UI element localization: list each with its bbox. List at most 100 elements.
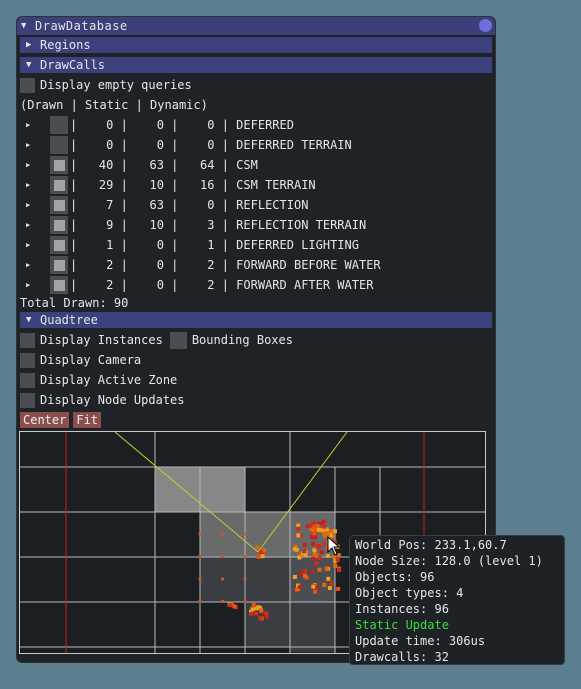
instance-marker: [312, 524, 317, 529]
drawcall-row-text: | 9 | 10 | 3 | REFLECTION TERRAIN: [70, 218, 367, 232]
drawcall-checkbox[interactable]: [50, 156, 68, 174]
instance-marker: [232, 604, 237, 609]
instance-marker: [294, 547, 299, 552]
expand-arrow-icon[interactable]: ▶: [26, 261, 36, 269]
drawcall-checkbox[interactable]: [50, 276, 68, 294]
expand-arrow-icon[interactable]: ▶: [26, 281, 36, 289]
instance-marker: [303, 573, 307, 578]
drawcalls-columns-header: (Drawn | Static | Dynamic): [17, 95, 495, 115]
drawcall-row[interactable]: ▶ | 2 | 0 | 2 | FORWARD AFTER WATER: [17, 275, 495, 295]
fit-button[interactable]: Fit: [73, 412, 102, 428]
drawcall-row[interactable]: ▶ | 40 | 63 | 64 | CSM: [17, 155, 495, 175]
quadtree-label: Quadtree: [40, 313, 98, 327]
instance-marker: [259, 608, 264, 613]
camera-row: Display Camera: [17, 350, 495, 370]
instance-marker: [311, 584, 316, 589]
drawcall-checkbox[interactable]: [50, 196, 68, 214]
window-titlebar[interactable]: ▼ DrawDatabase: [17, 17, 495, 35]
drawcall-row[interactable]: ▶ | 2 | 0 | 2 | FORWARD BEFORE WATER: [17, 255, 495, 275]
bounding-boxes-checkbox[interactable]: [169, 331, 187, 349]
instance-marker: [302, 549, 307, 554]
instance-marker: [313, 589, 318, 594]
instance-marker: [326, 576, 331, 581]
instance-marker: [255, 545, 260, 550]
instance-marker: [324, 566, 329, 571]
instance-marker: [264, 611, 269, 616]
node-update-marker: [198, 600, 202, 603]
drawcalls-header[interactable]: ▼ DrawCalls: [20, 57, 492, 73]
instance-marker: [325, 531, 330, 536]
drawcall-checkbox[interactable]: [50, 216, 68, 234]
tooltip-node-size: Node Size: 128.0 (level 1): [355, 554, 543, 568]
drawcall-row[interactable]: ▶ | 1 | 0 | 1 | DEFERRED LIGHTING: [17, 235, 495, 255]
instance-marker: [258, 615, 263, 620]
instance-marker: [303, 569, 308, 573]
node-updates-row: Display Node Updates: [17, 390, 495, 410]
drawcall-row-text: | 0 | 0 | 0 | DEFERRED TERRAIN: [70, 138, 352, 152]
bounding-boxes-label: Bounding Boxes: [191, 333, 293, 347]
total-drawn-text: Total Drawn: 90: [20, 296, 129, 310]
instance-marker: [333, 563, 338, 568]
expand-arrow-icon[interactable]: ▶: [26, 161, 36, 169]
drawcall-checkbox[interactable]: [50, 176, 68, 194]
checkbox-fill: [53, 279, 65, 291]
empty-queries-checkbox[interactable]: [20, 77, 35, 93]
center-button[interactable]: Center: [20, 412, 70, 428]
expand-arrow-icon[interactable]: ▶: [26, 141, 36, 149]
collapse-arrow-icon[interactable]: ▼: [21, 21, 35, 31]
instance-marker: [327, 586, 332, 590]
active-zone-row: Display Active Zone: [17, 370, 495, 390]
instance-marker: [336, 586, 341, 591]
instance-marker: [256, 554, 261, 559]
instance-marker: [296, 526, 301, 531]
tooltip-objects: Objects: 96: [355, 570, 435, 584]
instance-marker: [249, 611, 254, 616]
window-title: DrawDatabase: [35, 19, 128, 33]
quadtree-node: [290, 602, 335, 652]
quadtree-header[interactable]: ▼ Quadtree: [20, 312, 492, 328]
instance-marker: [259, 550, 264, 555]
display-active-zone-checkbox[interactable]: [20, 372, 35, 388]
drawcall-row[interactable]: ▶ | 29 | 10 | 16 | CSM TERRAIN: [17, 175, 495, 195]
tooltip-object-types: Object types: 4: [355, 586, 464, 600]
drawcall-checkbox[interactable]: [50, 236, 68, 254]
instance-marker: [297, 584, 302, 589]
display-camera-label: Display Camera: [40, 353, 142, 367]
drawcall-row[interactable]: ▶ | 0 | 0 | 0 | DEFERRED TERRAIN: [17, 135, 495, 155]
node-update-marker: [243, 555, 247, 558]
regions-header[interactable]: ▶ Regions: [20, 37, 492, 53]
empty-queries-row[interactable]: Display empty queries: [17, 75, 495, 95]
instance-marker: [227, 603, 232, 608]
empty-queries-label: Display empty queries: [40, 78, 192, 92]
close-icon[interactable]: [479, 19, 492, 32]
expand-arrow-icon[interactable]: ▶: [26, 241, 36, 249]
instance-marker: [312, 548, 317, 553]
instance-marker: [307, 523, 312, 528]
node-update-marker: [198, 577, 202, 581]
expand-arrow-icon[interactable]: ▶: [26, 121, 36, 129]
drawcall-checkbox[interactable]: [50, 136, 68, 154]
drawcall-checkbox[interactable]: [50, 256, 68, 274]
expand-arrow-icon[interactable]: ▶: [26, 181, 36, 189]
drawcall-row[interactable]: ▶ | 0 | 0 | 0 | DEFERRED: [17, 115, 495, 135]
drawcall-row[interactable]: ▶ | 9 | 10 | 3 | REFLECTION TERRAIN: [17, 215, 495, 235]
instance-marker: [313, 535, 318, 540]
expand-arrow-icon[interactable]: ▶: [26, 201, 36, 209]
instance-marker: [337, 568, 342, 573]
instance-marker: [251, 603, 256, 607]
node-update-marker: [221, 532, 224, 536]
drawcalls-list: ▶ | 0 | 0 | 0 | DEFERRED ▶ | 0 | 0 | 0 | DE…: [17, 115, 495, 295]
drawcall-row-text: | 2 | 0 | 2 | FORWARD BEFORE WATER: [70, 258, 381, 272]
quadtree-buttons: Center Fit: [17, 410, 495, 430]
drawcall-row-text: | 2 | 0 | 2 | FORWARD AFTER WATER: [70, 278, 374, 292]
display-camera-checkbox[interactable]: [20, 352, 35, 368]
checkbox-fill: [53, 239, 65, 251]
drawcall-checkbox[interactable]: [50, 116, 68, 134]
display-instances-checkbox[interactable]: [20, 332, 35, 348]
display-active-zone-label: Display Active Zone: [40, 373, 178, 387]
instance-marker: [316, 528, 321, 533]
drawcall-row[interactable]: ▶ | 7 | 63 | 0 | REFLECTION: [17, 195, 495, 215]
expand-arrow-icon[interactable]: ▶: [26, 221, 36, 229]
tooltip-update-time: Update time: 306us: [355, 634, 486, 648]
display-node-updates-checkbox[interactable]: [20, 392, 35, 408]
